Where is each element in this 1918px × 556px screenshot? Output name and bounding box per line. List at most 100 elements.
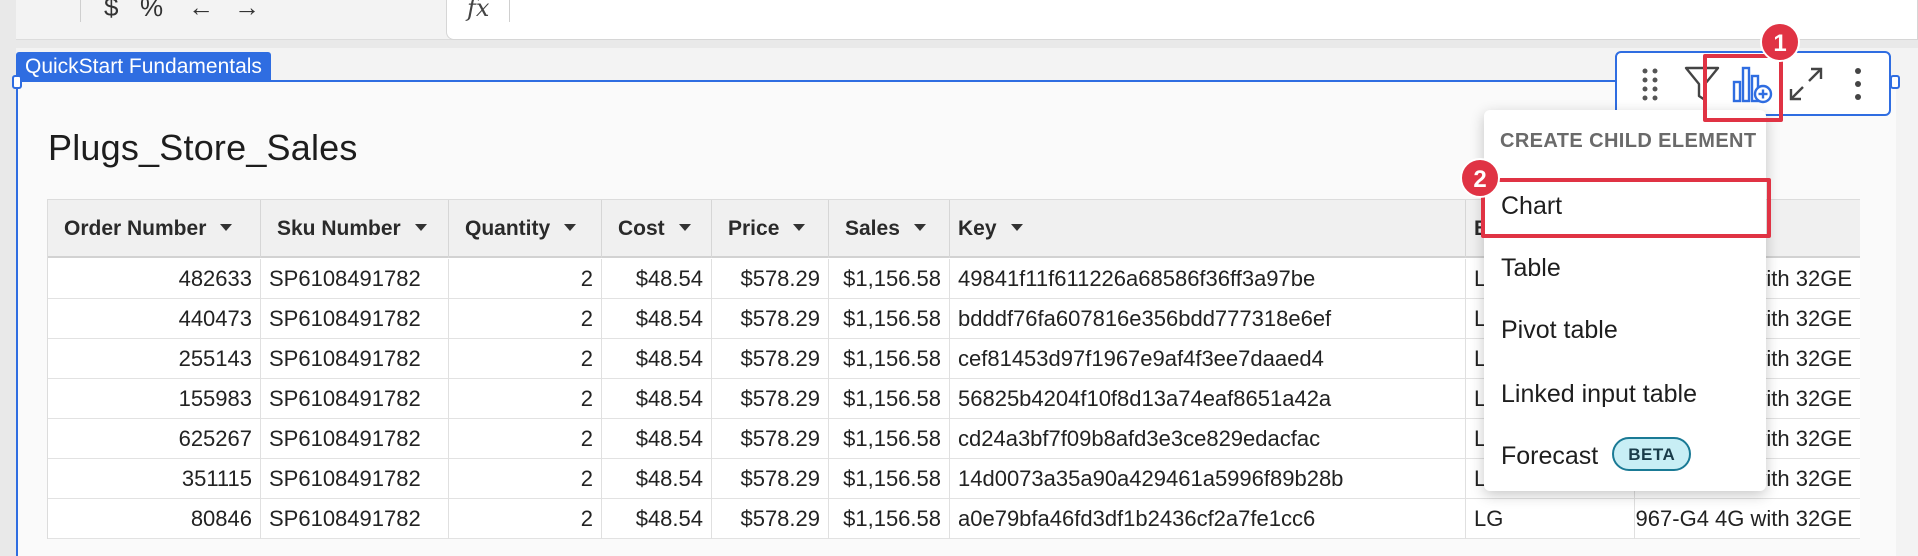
table-row[interactable]: 80846 SP6108491782 2 $48.54 $578.29 $1,156.58… xyxy=(48,499,1860,539)
cell-key[interactable]: bdddf76fa607816e356bdd777318e6ef xyxy=(950,299,1466,339)
cell-sales[interactable]: $1,156.58 xyxy=(829,419,950,459)
cell-key[interactable]: cef81453d97f1967e9af4f3ee7daaed4 xyxy=(950,339,1466,379)
cell-sku-number[interactable]: SP6108491782 xyxy=(261,419,449,459)
cell-cost[interactable]: $48.54 xyxy=(602,299,712,339)
cell-price[interactable]: $578.29 xyxy=(712,499,829,539)
cell-order-number[interactable]: 80846 xyxy=(48,499,261,539)
cell-key[interactable]: cd24a3bf7f09b8afd3e3ce829edacfac xyxy=(950,419,1466,459)
column-header-label: Sales xyxy=(845,217,900,240)
element-container-tag[interactable]: QuickStart Fundamentals xyxy=(16,52,271,81)
column-header-sku-number[interactable]: Sku Number xyxy=(261,200,449,258)
cell-cost[interactable]: $48.54 xyxy=(602,379,712,419)
menu-item-forecast[interactable]: Forecast BETA xyxy=(1484,428,1766,484)
cell-cost[interactable]: $48.54 xyxy=(602,499,712,539)
cell-sku-number[interactable]: SP6108491782 xyxy=(261,379,449,419)
chevron-down-icon[interactable] xyxy=(1010,223,1023,231)
column-header-label: Quantity xyxy=(465,217,551,240)
cell-brand[interactable]: LG xyxy=(1466,499,1635,539)
cell-quantity[interactable]: 2 xyxy=(449,499,602,539)
cell-sku-number[interactable]: SP6108491782 xyxy=(261,299,449,339)
menu-item-linked-input-table[interactable]: Linked input table xyxy=(1484,366,1766,422)
cell-key[interactable]: 56825b4204f10f8d13a74eaf8651a42a xyxy=(950,379,1466,419)
toolbar-divider xyxy=(80,0,81,22)
chevron-down-icon[interactable] xyxy=(793,223,806,231)
cell-sku-number[interactable]: SP6108491782 xyxy=(261,459,449,499)
cell-quantity[interactable]: 2 xyxy=(449,379,602,419)
column-header-label: Sku Number xyxy=(277,217,401,240)
cell-key[interactable]: 49841f11f611226a68586f36ff3a97be xyxy=(950,259,1466,299)
column-header-label: Key xyxy=(958,217,997,240)
cell-quantity[interactable]: 2 xyxy=(449,299,602,339)
column-header-quantity[interactable]: Quantity xyxy=(449,200,602,258)
menu-header: CREATE CHILD ELEMENT xyxy=(1500,130,1757,152)
annotation-highlight-toolbar-button xyxy=(1703,54,1783,122)
currency-icon[interactable]: $ xyxy=(104,0,118,20)
cell-cost[interactable]: $48.54 xyxy=(602,419,712,459)
cell-cost[interactable]: $48.54 xyxy=(602,459,712,499)
column-header-sales[interactable]: Sales xyxy=(829,200,950,258)
chevron-down-icon[interactable] xyxy=(913,223,926,231)
cell-sku-number[interactable]: SP6108491782 xyxy=(261,259,449,299)
resize-handle-top-left[interactable] xyxy=(12,75,22,89)
cell-key[interactable]: 14d0073a35a90a429461a5996f89b28b xyxy=(950,459,1466,499)
formula-bar[interactable]: fx xyxy=(446,0,1918,40)
page: $ % ← → fx QuickStart Fundamentals Plugs… xyxy=(0,0,1918,556)
cell-order-number[interactable]: 625267 xyxy=(48,419,261,459)
cell-order-number[interactable]: 155983 xyxy=(48,379,261,419)
increase-decimal-icon[interactable]: → xyxy=(234,0,260,20)
cell-sku-number[interactable]: SP6108491782 xyxy=(261,499,449,539)
more-options-icon[interactable] xyxy=(1835,61,1881,107)
cell-order-number[interactable]: 440473 xyxy=(48,299,261,339)
element-title: Plugs_Store_Sales xyxy=(48,127,358,168)
decrease-decimal-icon[interactable]: ← xyxy=(188,0,214,20)
cell-sales[interactable]: $1,156.58 xyxy=(829,379,950,419)
cell-sales[interactable]: $1,156.58 xyxy=(829,299,950,339)
cell-price[interactable]: $578.29 xyxy=(712,299,829,339)
cell-quantity[interactable]: 2 xyxy=(449,339,602,379)
cell-sales[interactable]: $1,156.58 xyxy=(829,499,950,539)
cell-order-number[interactable]: 255143 xyxy=(48,339,261,379)
cell-cost[interactable]: $48.54 xyxy=(602,339,712,379)
cell-price[interactable]: $578.29 xyxy=(712,339,829,379)
step-badge-2: 2 xyxy=(1460,158,1500,198)
cell-price[interactable]: $578.29 xyxy=(712,459,829,499)
formula-icon: fx xyxy=(467,0,490,22)
beta-badge: BETA xyxy=(1612,437,1692,472)
menu-item-table[interactable]: Table xyxy=(1484,240,1766,296)
cell-quantity[interactable]: 2 xyxy=(449,259,602,299)
chevron-down-icon[interactable] xyxy=(564,223,577,231)
chevron-down-icon[interactable] xyxy=(678,223,691,231)
cell-cost[interactable]: $48.54 xyxy=(602,259,712,299)
cell-key[interactable]: a0e79bfa46fd3df1b2436cf2a7fe1cc6 xyxy=(950,499,1466,539)
resize-handle-top-right[interactable] xyxy=(1890,75,1900,89)
column-header-label: Order Number xyxy=(64,217,207,240)
chevron-down-icon[interactable] xyxy=(414,223,427,231)
cell-order-number[interactable]: 482633 xyxy=(48,259,261,299)
column-header-price[interactable]: Price xyxy=(712,200,829,258)
step-badge-1: 1 xyxy=(1760,22,1800,62)
cell-sku-number[interactable]: SP6108491782 xyxy=(261,339,449,379)
cell-sales[interactable]: $1,156.58 xyxy=(829,259,950,299)
cell-sales[interactable]: $1,156.58 xyxy=(829,339,950,379)
cell-sales[interactable]: $1,156.58 xyxy=(829,459,950,499)
percent-icon[interactable]: % xyxy=(140,0,163,20)
cell-price[interactable]: $578.29 xyxy=(712,259,829,299)
column-header-label: Price xyxy=(728,217,780,240)
cell-quantity[interactable]: 2 xyxy=(449,419,602,459)
column-header-label: Cost xyxy=(618,217,665,240)
column-header-key[interactable]: Key xyxy=(950,200,1466,258)
cell-price[interactable]: $578.29 xyxy=(712,419,829,459)
menu-item-pivot-table[interactable]: Pivot table xyxy=(1484,302,1766,358)
expand-icon[interactable] xyxy=(1783,61,1829,107)
menu-item-label: Forecast xyxy=(1501,442,1599,470)
column-header-cost[interactable]: Cost xyxy=(602,200,712,258)
column-header-order-number[interactable]: Order Number xyxy=(48,200,261,258)
drag-handle-icon[interactable] xyxy=(1627,61,1673,107)
annotation-highlight-chart-item xyxy=(1481,178,1771,238)
cell-price[interactable]: $578.29 xyxy=(712,379,829,419)
chevron-down-icon[interactable] xyxy=(220,223,233,231)
cell-name[interactable]: 967-G4 4G with 32GE xyxy=(1635,499,1860,539)
create-child-element-menu: CREATE CHILD ELEMENT Chart Table Pivot t… xyxy=(1484,110,1766,491)
cell-order-number[interactable]: 351115 xyxy=(48,459,261,499)
cell-quantity[interactable]: 2 xyxy=(449,459,602,499)
